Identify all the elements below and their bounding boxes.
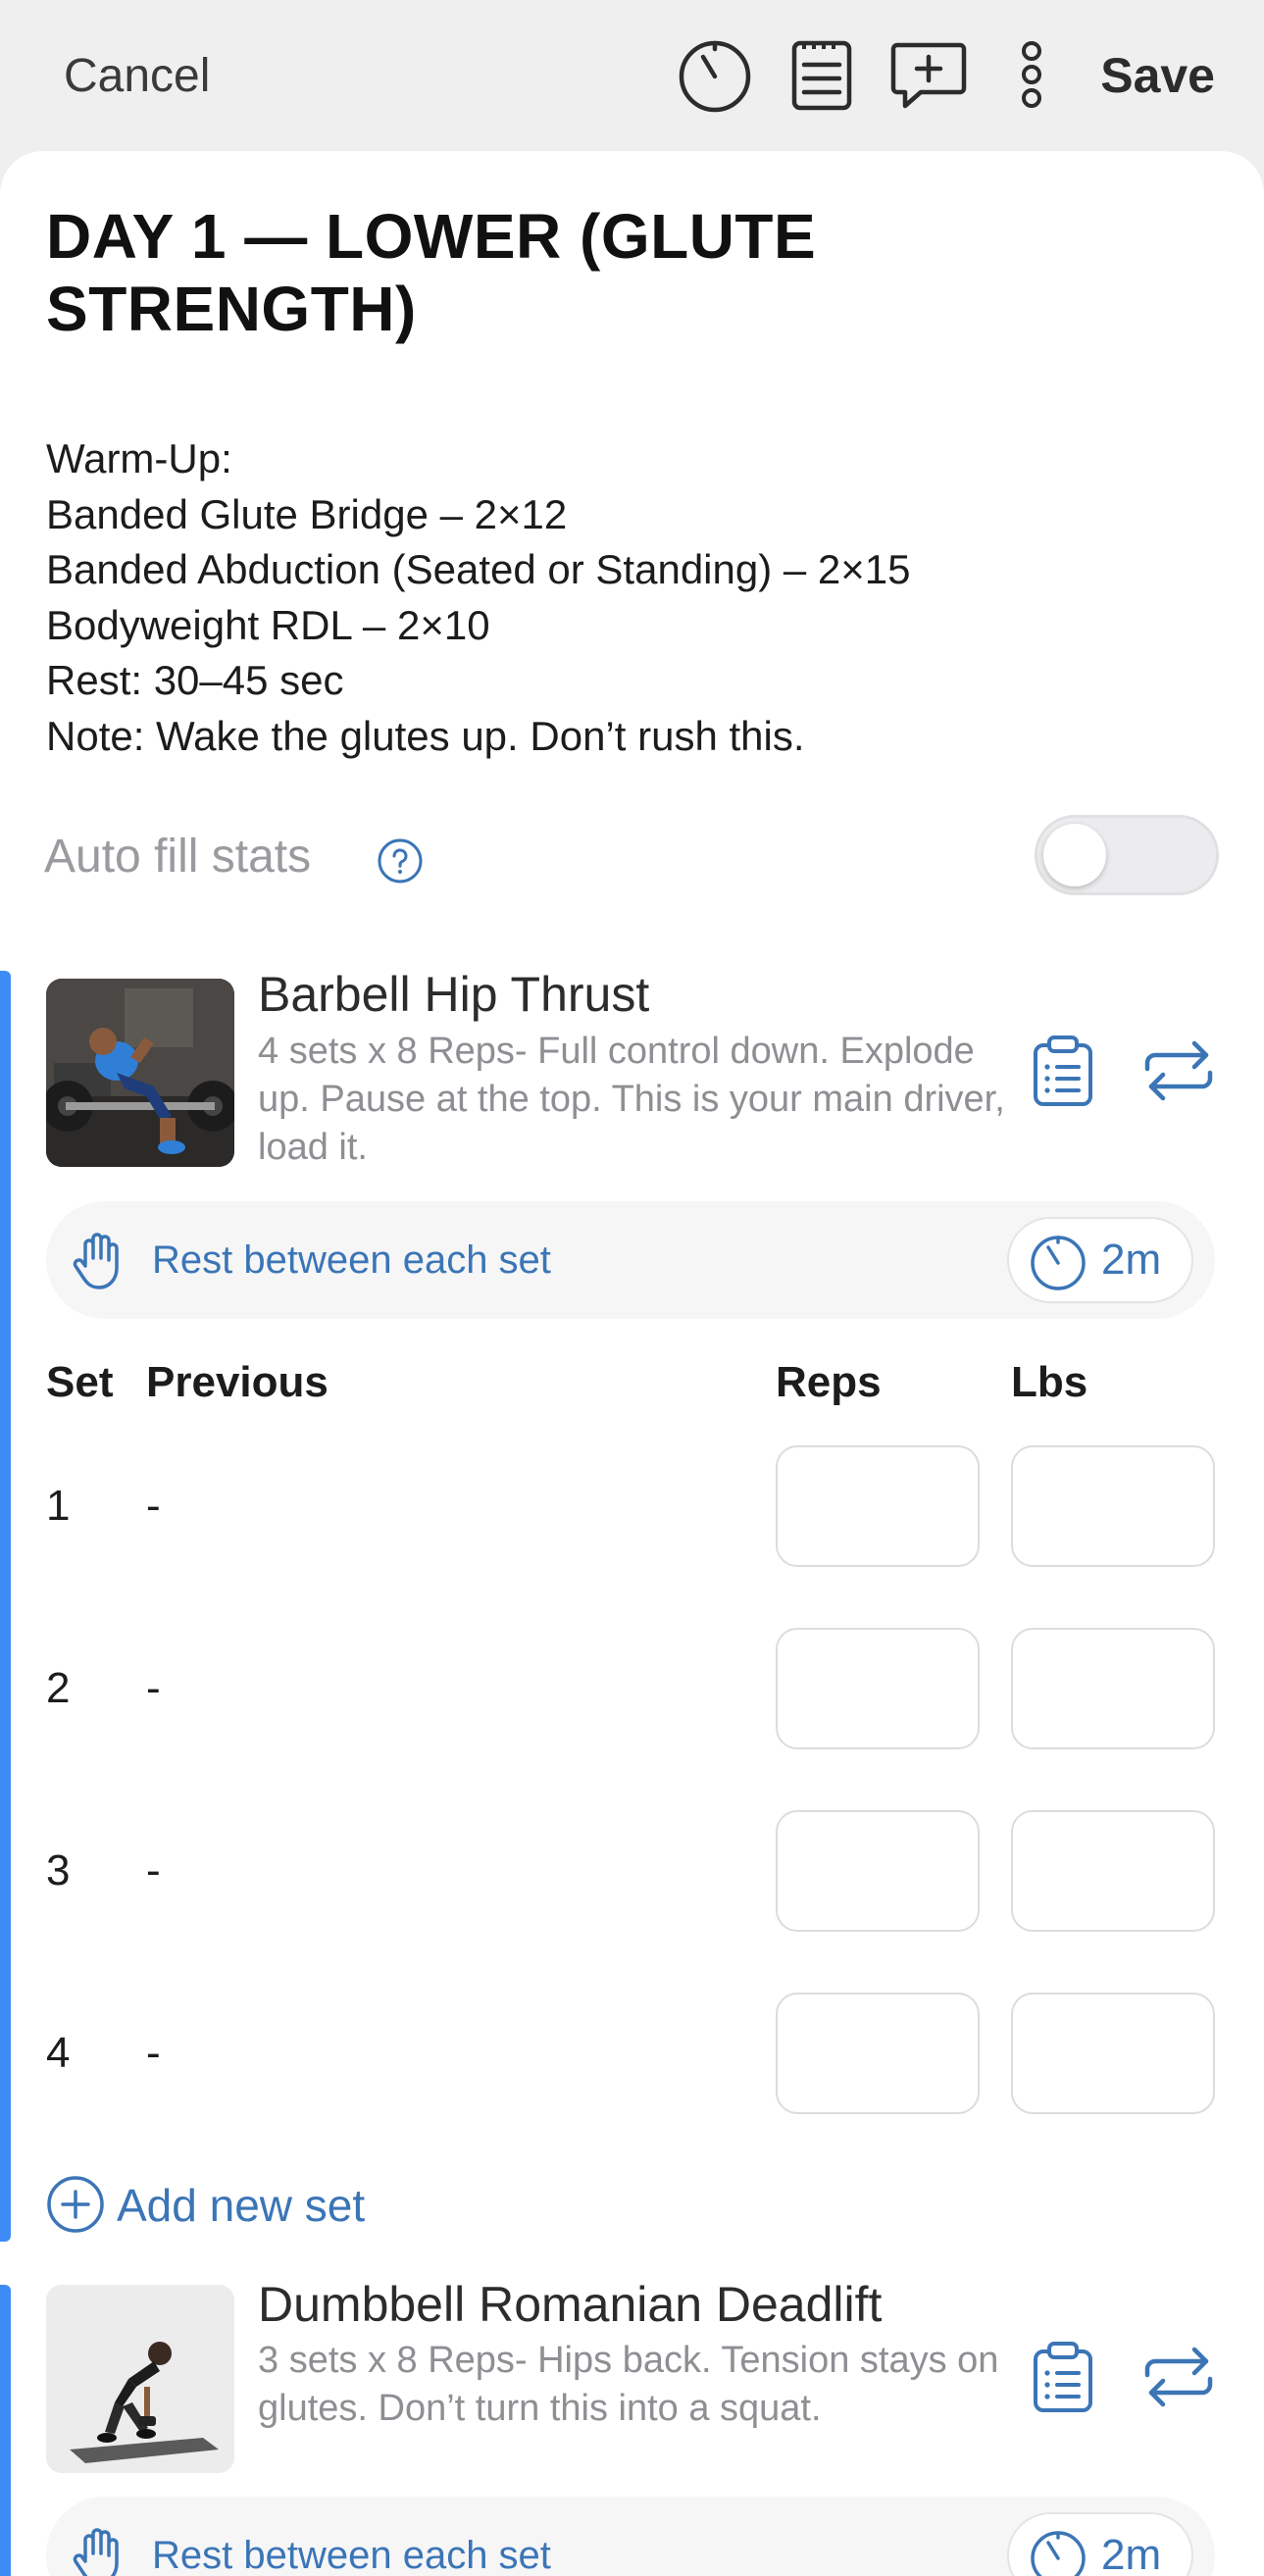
- lbs-column-header: Lbs: [1011, 1358, 1088, 1406]
- timer-icon: [1031, 1236, 1086, 1290]
- cancel-button[interactable]: Cancel: [64, 47, 210, 106]
- rest-time-pill[interactable]: 2m: [1007, 2512, 1193, 2576]
- reps-input[interactable]: [776, 1993, 980, 2114]
- previous-value: -: [146, 1664, 161, 1712]
- exercise-accent-bar: [0, 2285, 11, 2576]
- rest-timer-row[interactable]: Rest between each set 2m: [46, 1201, 1215, 1319]
- set-number: 2: [46, 1664, 71, 1712]
- top-toolbar: Cancel Save: [0, 0, 1264, 153]
- description-line: Note: Wake the glutes up. Don’t rush thi…: [46, 712, 805, 759]
- rest-timer-row[interactable]: Rest between each set 2m: [46, 2497, 1215, 2576]
- workout-description: Warm-Up: Banded Glute Bridge – 2×12 Band…: [46, 431, 1223, 764]
- previous-value: -: [146, 2029, 161, 2077]
- set-number: 1: [46, 1482, 71, 1530]
- hip-thrust-image: [46, 979, 234, 1167]
- add-set-label: Add new set: [117, 2180, 366, 2231]
- hand-stop-icon: [73, 1233, 119, 1289]
- deadlift-image: [46, 2285, 234, 2473]
- set-column-header: Set: [46, 1358, 114, 1406]
- reps-input[interactable]: [776, 1810, 980, 1932]
- reps-input[interactable]: [776, 1628, 980, 1749]
- set-number: 4: [46, 2029, 71, 2077]
- description-line: Banded Glute Bridge – 2×12: [46, 490, 568, 537]
- timer-icon[interactable]: [676, 35, 754, 114]
- swap-icon[interactable]: [1141, 2340, 1216, 2414]
- save-button[interactable]: Save: [1100, 45, 1215, 106]
- rest-time-pill[interactable]: 2m: [1007, 1217, 1193, 1303]
- clipboard-icon[interactable]: [1026, 1034, 1100, 1108]
- previous-value: -: [146, 1482, 161, 1530]
- description-line: Bodyweight RDL – 2×10: [46, 601, 490, 648]
- lbs-input[interactable]: [1011, 1810, 1215, 1932]
- exercise-thumbnail[interactable]: [46, 2285, 234, 2473]
- lbs-input[interactable]: [1011, 1993, 1215, 2114]
- auto-fill-toggle[interactable]: [1035, 815, 1219, 895]
- exercise-name[interactable]: Barbell Hip Thrust: [258, 965, 649, 1024]
- more-vertical-icon[interactable]: [1010, 35, 1053, 114]
- set-number: 3: [46, 1846, 71, 1894]
- workout-title: DAY 1 — LOWER (GLUTE STRENGTH): [46, 201, 817, 344]
- exercise-accent-bar: [0, 971, 11, 2242]
- exercise-note: 4 sets x 8 Reps- Full control down. Expl…: [258, 1031, 1005, 1168]
- plus-circle-icon: [47, 2176, 104, 2233]
- reps-input[interactable]: [776, 1445, 980, 1567]
- rest-time-value: 2m: [1101, 2531, 1162, 2576]
- exercise-note: 3 sets x 8 Reps- Hips back. Tension stay…: [258, 2340, 999, 2429]
- help-icon[interactable]: [377, 837, 424, 884]
- swap-icon[interactable]: [1141, 1034, 1216, 1108]
- previous-column-header: Previous: [146, 1358, 329, 1406]
- exercise-thumbnail[interactable]: [46, 979, 234, 1167]
- notes-icon[interactable]: [783, 35, 861, 114]
- workout-sheet: DAY 1 — LOWER (GLUTE STRENGTH) Warm-Up: …: [0, 151, 1264, 2576]
- reps-column-header: Reps: [776, 1358, 882, 1406]
- toggle-knob: [1043, 824, 1106, 886]
- lbs-input[interactable]: [1011, 1445, 1215, 1567]
- comment-add-icon[interactable]: [887, 35, 970, 114]
- exercise-name[interactable]: Dumbbell Romanian Deadlift: [258, 2275, 882, 2334]
- hand-stop-icon: [73, 2528, 119, 2576]
- clipboard-icon[interactable]: [1026, 2340, 1100, 2414]
- description-line: Warm-Up:: [46, 435, 232, 481]
- lbs-input[interactable]: [1011, 1628, 1215, 1749]
- timer-icon: [1031, 2531, 1086, 2576]
- description-line: Rest: 30–45 sec: [46, 657, 344, 703]
- auto-fill-label: Auto fill stats: [44, 831, 312, 883]
- rest-time-value: 2m: [1101, 1236, 1162, 1284]
- rest-label: Rest between each set: [152, 2534, 551, 2576]
- description-line: Banded Abduction (Seated or Standing) – …: [46, 546, 911, 592]
- previous-value: -: [146, 1846, 161, 1894]
- rest-label: Rest between each set: [152, 1238, 551, 1282]
